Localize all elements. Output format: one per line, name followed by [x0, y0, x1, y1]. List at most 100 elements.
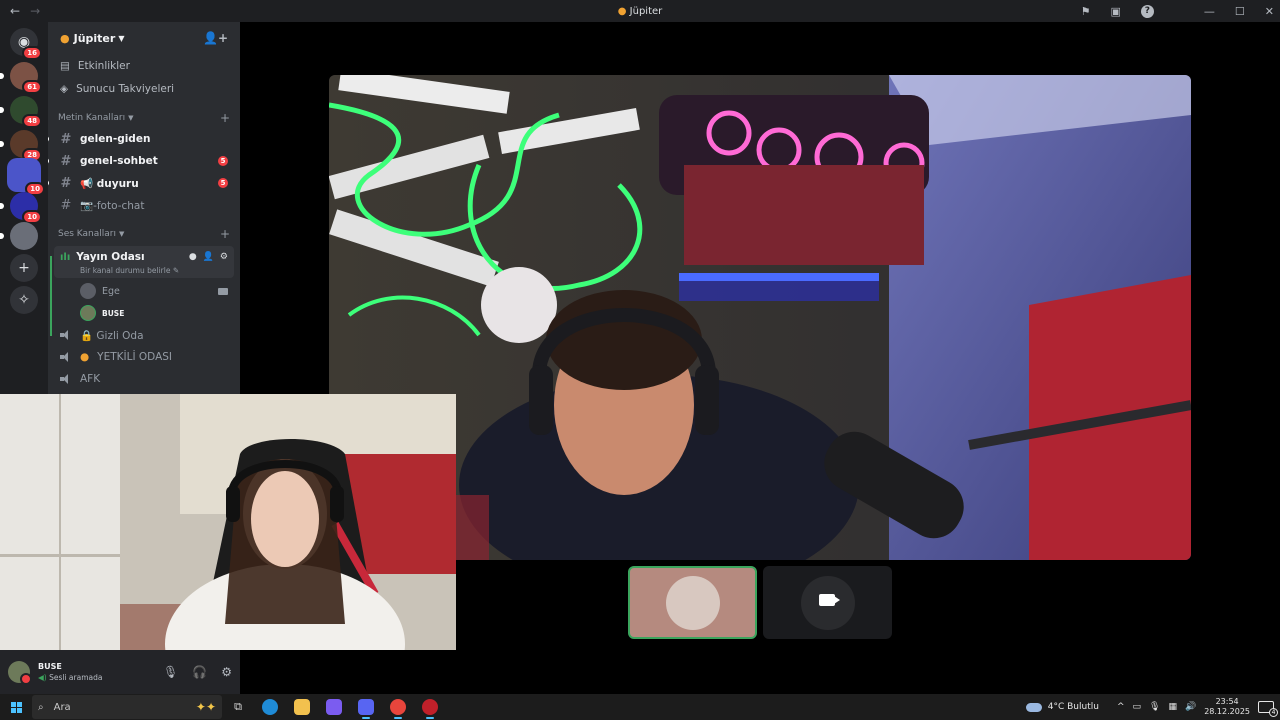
back-arrow-icon[interactable]: ← — [10, 4, 20, 18]
headphones-icon[interactable]: 🎧 — [192, 665, 207, 679]
chat-bubble-icon[interactable]: ● — [189, 252, 197, 262]
channel-duyuru[interactable]: # 📢 duyuru 5 — [48, 172, 234, 194]
server-folder-jupiter[interactable]: 10 — [7, 158, 45, 196]
taskbar-search[interactable]: ⌕ Ara ✦✦ — [32, 695, 222, 719]
user-avatar[interactable] — [8, 661, 32, 685]
screen-icon[interactable]: ▣ — [1111, 5, 1121, 18]
webcam-feed-image — [329, 75, 1191, 560]
mention-badge: 5 — [218, 156, 228, 166]
channel-gelen-giden[interactable]: # gelen-giden — [48, 128, 234, 150]
inbox-flag-icon[interactable]: ⚑ — [1081, 5, 1091, 18]
server-boosts-item[interactable]: ◈ Sunucu Takviyeleri — [48, 78, 240, 100]
gear-icon[interactable]: ⚙ — [220, 252, 228, 262]
microphone-icon[interactable]: 🎙 — [163, 665, 178, 679]
voice-tree-line — [50, 256, 52, 336]
participant-tile-buse[interactable] — [628, 566, 757, 639]
invite-icon[interactable]: 👤 — [203, 252, 214, 262]
pip-webcam-overlay[interactable] — [0, 394, 456, 650]
forward-arrow-icon[interactable]: → — [30, 4, 40, 18]
create-channel-icon[interactable]: + — [220, 227, 230, 241]
copilot-sparkle-icon: ✦✦ — [195, 700, 216, 714]
speaker-icon — [60, 374, 72, 384]
camera-icon — [819, 594, 835, 606]
notification-center-icon[interactable]: 4 — [1258, 701, 1278, 717]
gear-icon[interactable]: ⚙ — [221, 665, 232, 679]
weather-widget[interactable]: 4°C Bulutlu — [1025, 702, 1099, 712]
server-icon[interactable]: 48 — [0, 96, 42, 128]
app-icon — [422, 699, 438, 715]
avatar — [665, 575, 720, 630]
taskbar-discord[interactable] — [350, 694, 382, 720]
battery-icon[interactable]: ▭ — [1133, 702, 1142, 712]
task-view-button[interactable]: ⧉ — [222, 694, 254, 720]
maximize-button[interactable]: ☐ — [1235, 5, 1245, 18]
category-voice-channels[interactable]: Ses Kanalları ▼ + — [48, 224, 240, 244]
voice-channel-gizli-oda[interactable]: 🔒 Gizli Oda — [54, 324, 234, 346]
volume-icon[interactable]: 🔊 — [1185, 702, 1196, 712]
voice-member[interactable]: BUSE — [80, 302, 240, 324]
taskbar-edge[interactable] — [254, 694, 286, 720]
webcam-feed-image — [0, 394, 456, 650]
voice-connected-icon: ◀) — [38, 673, 47, 682]
voice-channel-yetkili-odasi[interactable]: ● YETKİLİ ODASI — [54, 346, 234, 368]
server-icon[interactable]: 61 — [0, 62, 42, 94]
live-voice-icon: ılı — [60, 251, 71, 263]
help-icon[interactable]: ? — [1140, 4, 1154, 18]
create-channel-icon[interactable]: + — [220, 111, 230, 125]
server-rail: ◉ 16 61 48 28 10 10 + ✧ — [0, 22, 48, 394]
server-icon[interactable]: 10 — [0, 192, 42, 224]
voice-channel-yayin-odasi[interactable]: ılı Yayın Odası ● 👤 ⚙ Bir kanal durumu b… — [54, 246, 234, 278]
cloud-icon — [1025, 702, 1042, 712]
folder-icon — [294, 699, 310, 715]
minimize-button[interactable]: — — [1204, 5, 1215, 18]
user-panel: BUSE ◀) Sesli aramada 🎙 🎧 ⚙ — [0, 650, 240, 694]
camera-icon — [218, 287, 228, 295]
server-icon[interactable] — [0, 222, 38, 250]
plus-icon: + — [18, 260, 30, 276]
microphone-icon[interactable]: 🎙 — [1149, 702, 1160, 712]
clock[interactable]: 23:54 28.12.2025 — [1204, 697, 1250, 717]
hash-icon: # — [60, 131, 72, 147]
invite-people-icon[interactable]: 👤+ — [203, 31, 228, 45]
participant-tile-ege[interactable] — [763, 566, 892, 639]
voice-channel-afk[interactable]: AFK — [54, 368, 234, 390]
avatar — [80, 283, 96, 299]
speaker-icon — [60, 352, 72, 362]
mention-badge: 5 — [218, 178, 228, 188]
calendar-icon: ▤ — [60, 60, 70, 72]
channel-sidebar: ● Jüpiter ▼ 👤+ ▤ Etkinlikler ◈ Sunucu Ta… — [48, 22, 240, 394]
channel-foto-chat[interactable]: # 📷-foto-chat — [54, 194, 234, 216]
speaker-icon — [60, 330, 72, 340]
events-item[interactable]: ▤ Etkinlikler — [48, 55, 240, 77]
avatar — [80, 305, 96, 321]
start-button[interactable] — [0, 694, 32, 720]
channel-genel-sohbet[interactable]: # genel-sohbet 5 — [48, 150, 234, 172]
add-server-button[interactable]: + — [10, 254, 38, 282]
copilot-icon — [326, 699, 342, 715]
category-text-channels[interactable]: Metin Kanalları ▼ + — [48, 108, 240, 128]
taskbar-chrome[interactable] — [382, 694, 414, 720]
task-view-icon: ⧉ — [234, 700, 242, 713]
compass-icon: ✧ — [18, 292, 30, 308]
close-button[interactable]: ✕ — [1265, 5, 1274, 18]
windows-taskbar: ⌕ Ara ✦✦ ⧉ 4°C Bulutlu ^ ▭ 🎙 ▦ 🔊 23:54 2… — [0, 694, 1280, 720]
main-video-stream[interactable] — [329, 75, 1191, 560]
server-header[interactable]: ● Jüpiter ▼ 👤+ — [48, 22, 240, 54]
search-icon: ⌕ — [38, 701, 44, 713]
user-info[interactable]: BUSE ◀) Sesli aramada — [38, 662, 102, 682]
taskbar-app[interactable] — [414, 694, 446, 720]
chevron-down-icon: ▼ — [119, 230, 125, 238]
taskbar-explorer[interactable] — [286, 694, 318, 720]
window-titlebar: ← → ● Jüpiter ⚑ ▣ ? — ☐ ✕ — [0, 0, 1280, 22]
taskbar-copilot[interactable] — [318, 694, 350, 720]
server-icon[interactable]: 28 — [0, 130, 42, 162]
voice-member[interactable]: Ege — [80, 280, 240, 302]
hash-icon: # — [60, 175, 72, 191]
discover-button[interactable]: ✧ — [10, 286, 38, 314]
discord-icon — [358, 699, 374, 715]
network-icon[interactable]: ▦ — [1168, 702, 1177, 712]
boost-icon: ◈ — [60, 83, 69, 95]
chevron-up-icon[interactable]: ^ — [1117, 702, 1125, 712]
channel-status[interactable]: Bir kanal durumu belirle ✎ — [60, 266, 228, 275]
direct-messages-button[interactable]: ◉ 16 — [10, 28, 42, 60]
